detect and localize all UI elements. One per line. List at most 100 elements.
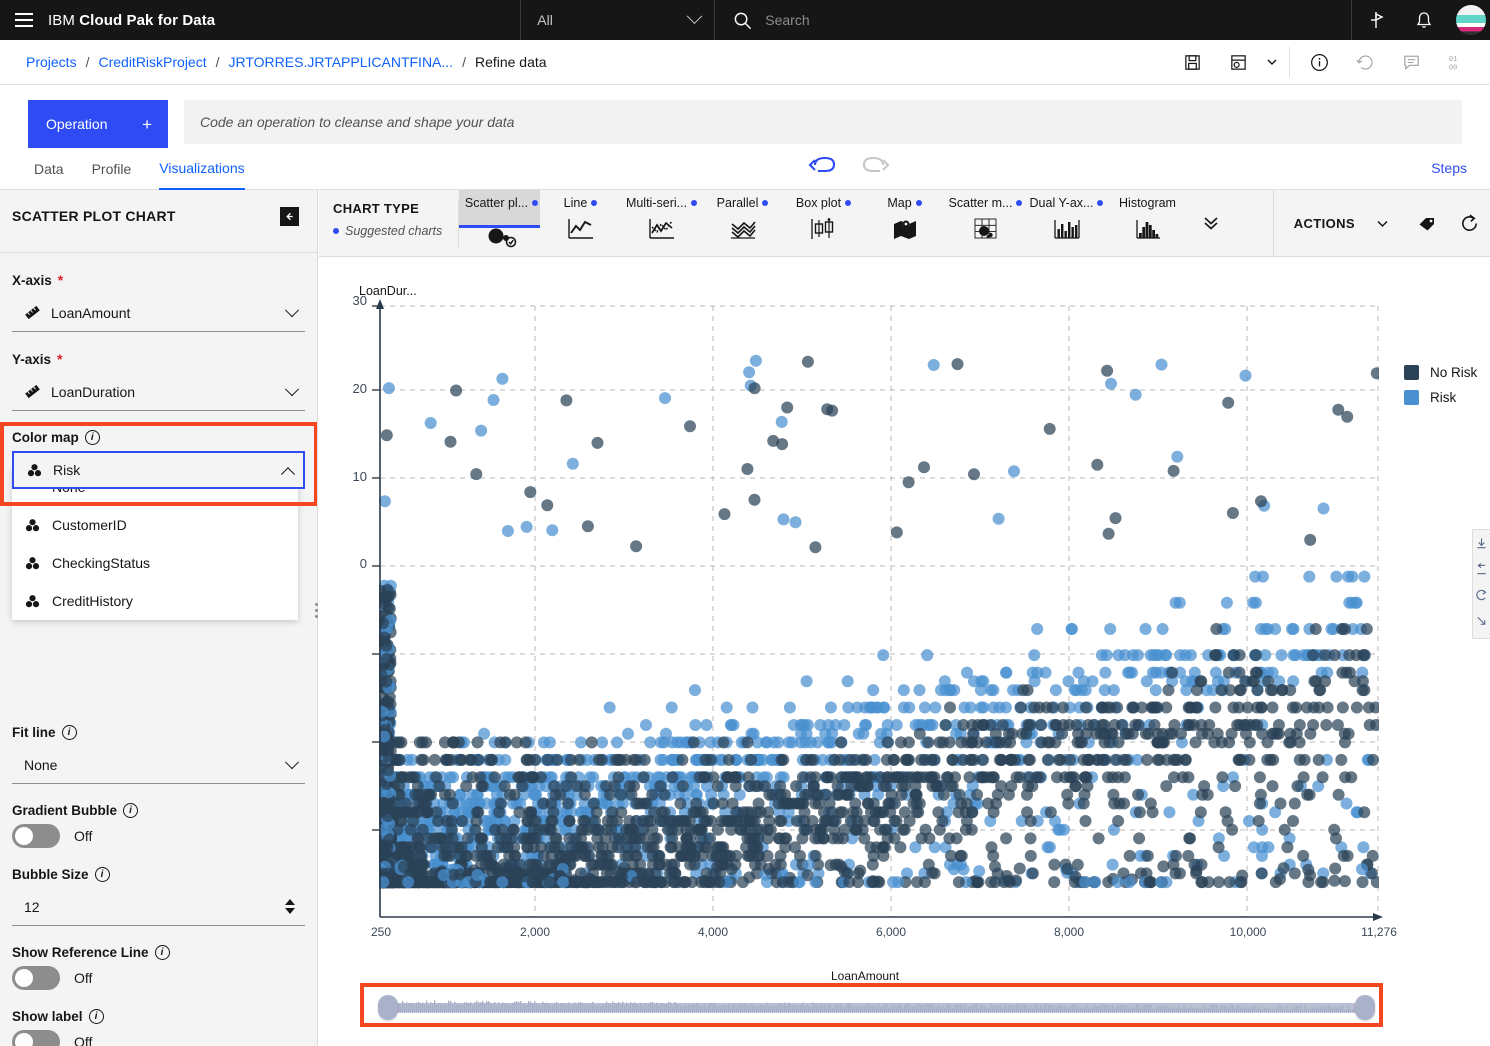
tab-data[interactable]: Data [34,148,64,190]
box-plot-icon [809,213,839,245]
breadcrumb-item-asset[interactable]: JRTORRES.JRTAPPLICANTFINA... [229,54,454,70]
actions-menu-button[interactable]: ACTIONS [1274,190,1406,256]
show-reference-line-label-text: Show Reference Line [12,945,149,960]
search-scope-select[interactable]: All [520,0,716,40]
chart-type-box-plot[interactable]: Box plot [783,190,864,256]
chart-actions-group: ACTIONS [1272,190,1490,256]
panel-resize-handle[interactable] [311,598,321,622]
color-map-option-credithistory[interactable]: CreditHistory [12,582,298,620]
divider [1289,47,1290,77]
information-icon[interactable]: i [154,945,170,960]
save-as-icon[interactable] [1215,40,1261,85]
redo-icon[interactable] [858,152,892,183]
pin-icon[interactable] [1352,0,1400,40]
tab-profile[interactable]: Profile [92,148,132,190]
expand-icon[interactable] [1474,612,1490,630]
chart-type-line[interactable]: Line [540,190,621,256]
operation-code-input[interactable]: Code an operation to cleanse and shape y… [184,100,1462,144]
stepper-up-icon[interactable] [285,899,295,905]
field-y-axis: Y-axis * LoanDuration [12,351,305,411]
chart-type-parallel[interactable]: Parallel [702,190,783,256]
measure-icon [25,305,40,320]
information-icon[interactable] [1296,40,1342,85]
histogram-icon [1133,213,1163,245]
refresh-icon[interactable] [1448,190,1490,256]
required-asterisk: * [57,272,64,288]
chart-type-name: Map [887,196,912,210]
information-icon[interactable]: i [61,725,77,740]
reset-zoom-icon[interactable] [1474,586,1490,604]
y-axis-value: LoanDuration [51,383,136,400]
color-map-select[interactable]: Risk [12,451,305,489]
range-slider-max-handle[interactable] [1355,995,1375,1020]
save-icon[interactable] [1169,40,1215,85]
operation-bar: Operation + Code an operation to cleanse… [0,86,1490,148]
tag-icon[interactable] [1406,190,1448,256]
gradient-bubble-label-text: Gradient Bubble [12,803,118,818]
color-map-option-checkingstatus[interactable]: CheckingStatus [12,544,298,582]
chart-type-map[interactable]: Map [864,190,945,256]
collapse-panel-icon[interactable] [280,206,299,226]
steps-link[interactable]: Steps [1431,160,1467,176]
global-search[interactable]: Search [715,0,1351,40]
brand-title[interactable]: IBM Cloud Pak for Data [48,12,215,29]
field-x-axis: X-axis * LoanAmount [12,272,305,332]
chart-type-scatter-plot[interactable]: Scatter pl... [459,190,540,248]
stepper-down-icon[interactable] [285,908,295,914]
category-icon [25,594,40,607]
show-reference-line-toggle[interactable] [12,966,60,990]
breadcrumb: Projects / CreditRiskProject / JRTORRES.… [0,54,547,70]
range-slider[interactable] [370,993,1377,1021]
operation-button[interactable]: Operation + [28,100,168,148]
chart-type-scatter-matrix[interactable]: Scatter m... [945,190,1026,256]
gradient-bubble-toggle[interactable] [12,824,60,848]
suggested-dot-icon [691,200,698,206]
color-map-label: Color map i [12,430,305,445]
tab-visualizations[interactable]: Visualizations [159,148,245,190]
more-chart-types-icon[interactable] [1188,190,1234,256]
comment-icon[interactable] [1388,40,1434,85]
color-map-option-customerid[interactable]: CustomerID [12,506,298,544]
suggested-dot-icon [915,200,922,206]
bubble-size-input[interactable]: 12 [12,888,305,926]
y-axis-select[interactable]: LoanDuration [12,373,305,411]
category-icon [25,556,40,569]
add-icon: + [142,114,152,134]
download-icon[interactable] [1474,534,1490,552]
chart-type-name: Scatter m... [948,196,1013,210]
notification-bell-icon[interactable] [1400,0,1448,40]
show-label-toggle[interactable] [12,1030,60,1046]
binary-code-icon[interactable]: 01 00 [1434,40,1480,85]
chart-type-histogram[interactable]: Histogram [1107,190,1188,256]
scatter-plot-icon [485,223,519,249]
range-slider-min-handle[interactable] [378,995,398,1020]
information-icon[interactable]: i [94,867,110,882]
history-icon[interactable] [1342,40,1388,85]
show-reference-line-toggle-row: Off [12,966,305,990]
information-icon[interactable]: i [84,430,100,445]
parallel-coordinates-icon [728,213,758,245]
brand-prefix: IBM [48,11,75,29]
x-tick-label: 6,000 [875,925,907,939]
fit-line-label-text: Fit line [12,725,56,740]
legend-item-no-risk[interactable]: No Risk [1404,365,1477,380]
undo-icon[interactable] [806,152,840,183]
save-options-chevron-down-icon[interactable] [1261,40,1283,85]
breadcrumb-item-project[interactable]: CreditRiskProject [98,54,206,70]
x-axis-select[interactable]: LoanAmount [12,294,305,332]
chart-type-multi-series[interactable]: Multi-seri... [621,190,702,256]
quantity-stepper[interactable] [285,899,295,914]
fit-to-screen-icon[interactable] [1474,560,1490,578]
map-chart-icon [890,213,920,245]
information-icon[interactable]: i [123,803,139,818]
chart-type-title: CHART TYPE [333,201,420,216]
fit-line-select[interactable]: None [12,746,305,784]
search-placeholder: Search [765,12,810,28]
breadcrumb-item-projects[interactable]: Projects [26,54,77,70]
user-avatar[interactable] [1456,5,1486,35]
toggle-knob [15,1033,33,1046]
legend-item-risk[interactable]: Risk [1404,390,1477,405]
information-icon[interactable]: i [88,1009,104,1024]
hamburger-menu-icon[interactable] [0,0,48,40]
chart-type-dual-y-axes[interactable]: Dual Y-ax... [1026,190,1107,256]
